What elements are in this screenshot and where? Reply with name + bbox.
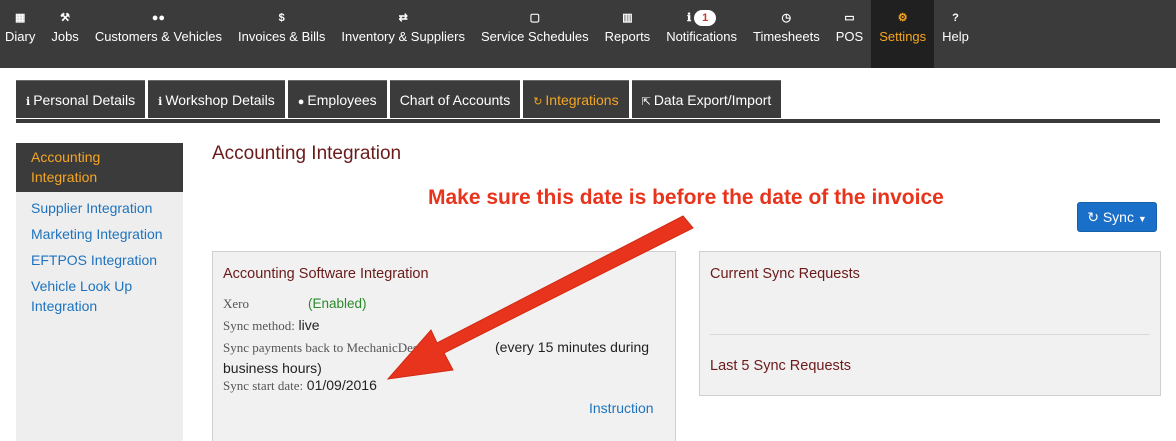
refresh-icon: ↻ — [1087, 209, 1099, 225]
software-status: (Enabled) — [308, 296, 367, 311]
sync-panel-divider — [710, 334, 1150, 335]
refresh-icon: ↻ — [533, 96, 543, 108]
cogs-icon: ⚙ — [897, 12, 908, 24]
nav-label: Jobs — [51, 29, 79, 44]
sync-start-row: Sync start date: 01/09/2016 — [223, 377, 377, 394]
nav-schedules[interactable]: ▢ Service Schedules — [473, 0, 597, 68]
tab-label: Personal Details — [33, 92, 136, 108]
nav-label: Service Schedules — [480, 29, 589, 44]
tab-label: Data Export/Import — [653, 92, 772, 108]
sync-start-date: 01/09/2016 — [306, 377, 377, 393]
tab-integrations[interactable]: ↻ Integrations — [523, 80, 629, 118]
sync-payments-label: Sync payments back to MechanicDesk: — [223, 340, 429, 355]
nav-help[interactable]: ? Help — [934, 0, 977, 68]
calendar-outline-icon: ▢ — [529, 12, 541, 24]
tab-label: Integrations — [545, 92, 619, 108]
last-sync-requests-title: Last 5 Sync Requests — [710, 358, 852, 374]
nav-diary[interactable]: ▦ Diary — [0, 0, 43, 68]
dollar-icon: $ — [278, 12, 285, 24]
tab-personal[interactable]: ℹ Personal Details — [16, 80, 146, 118]
settings-tabs: ℹ Personal Details ℹ Workshop Details ● Emplo… — [16, 80, 784, 118]
page-title: Accounting Integration — [212, 143, 402, 164]
top-navigation: ▦ Diary ⚒ Jobs ●● Customers & Vehicles $ Invoic… — [0, 0, 1176, 68]
nav-customers[interactable]: ●● Customers & Vehicles — [87, 0, 230, 68]
current-sync-requests-title: Current Sync Requests — [710, 266, 860, 282]
instruction-link[interactable]: Instruction — [589, 400, 654, 416]
nav-label: Timesheets — [753, 29, 820, 44]
sidebar-item-accounting-integration[interactable]: Accounting Integration — [16, 143, 183, 192]
nav-settings[interactable]: ⚙ Settings — [871, 0, 935, 68]
nav-invoices[interactable]: $ Invoices & Bills — [230, 0, 333, 68]
nav-reports[interactable]: ▥ Reports — [597, 0, 659, 68]
nav-jobs[interactable]: ⚒ Jobs — [43, 0, 86, 68]
sync-payments-value: y — [431, 339, 439, 355]
sidebar-item-eftpos-integration[interactable]: EFTPOS Integration — [16, 247, 183, 273]
calendar-icon: ▦ — [14, 12, 26, 24]
tab-chart[interactable]: Chart of Accounts — [389, 80, 521, 118]
integrations-sidebar: Accounting Integration Supplier Integrati… — [16, 143, 183, 441]
sync-payments-detail-line2: business hours) — [223, 360, 322, 376]
nav-label: Customers & Vehicles — [94, 29, 222, 44]
software-row: Xero (Enabled) — [223, 296, 367, 312]
sync-method-value: live — [298, 317, 320, 333]
nav-label: Settings — [879, 29, 927, 44]
nav-notifications[interactable]: ℹ 1 Notifications — [658, 0, 745, 68]
nav-label: Help — [942, 29, 969, 44]
sync-button[interactable]: ↻ Sync ▼ — [1077, 202, 1157, 232]
annotation-callout: Make sure this date is before the date o… — [428, 186, 944, 209]
nav-label: Invoices & Bills — [237, 29, 326, 44]
nav-label: Reports — [604, 29, 651, 44]
nav-label: Diary — [5, 29, 36, 44]
accounting-panel-title: Accounting Software Integration — [223, 266, 429, 282]
sync-payments-detail-line1: (every 15 minutes during — [495, 339, 650, 355]
tab-employees[interactable]: ● Employees — [287, 80, 387, 118]
sync-button-label: Sync — [1102, 209, 1134, 225]
money-icon: ▭ — [844, 12, 855, 24]
caret-down-icon: ▼ — [1137, 214, 1147, 224]
sidebar-item-marketing-integration[interactable]: Marketing Integration — [16, 221, 183, 247]
info-circle-icon: ℹ — [26, 96, 31, 108]
wrench-icon: ⚒ — [60, 12, 71, 24]
info-icon: ℹ1 — [666, 10, 737, 26]
sidebar-item-vehicle-look-up-integration[interactable]: Vehicle Look Up Integration — [16, 273, 183, 319]
users-icon: ●● — [151, 12, 166, 24]
nav-inventory[interactable]: ⇄ Inventory & Suppliers — [333, 0, 473, 68]
share-icon: ⇱ — [641, 96, 651, 108]
notification-count-badge: 1 — [694, 10, 717, 26]
tab-label: Workshop Details — [165, 92, 275, 108]
sync-method-label: Sync method: — [223, 318, 295, 333]
bar-chart-icon: ▥ — [622, 12, 633, 24]
sync-payments-row: Sync payments back to MechanicDesk: y (e… — [223, 337, 663, 378]
info-circle-icon: ℹ — [158, 96, 163, 108]
nav-label: Inventory & Suppliers — [341, 29, 465, 44]
exchange-icon: ⇄ — [398, 12, 408, 24]
question-icon: ? — [952, 12, 959, 24]
tab-export[interactable]: ⇱ Data Export/Import — [631, 80, 782, 118]
sync-method-row: Sync method: live — [223, 317, 320, 334]
tab-workshop[interactable]: ℹ Workshop Details — [148, 80, 285, 118]
tab-label: Employees — [307, 92, 377, 108]
nav-label: POS — [835, 29, 864, 44]
sync-start-label: Sync start date: — [223, 378, 304, 393]
sync-requests-panel: Current Sync Requests Last 5 Sync Reques… — [699, 251, 1161, 396]
nav-pos[interactable]: ▭ POS — [828, 0, 871, 68]
nav-timesheets[interactable]: ◷ Timesheets — [745, 0, 828, 68]
sidebar-item-supplier-integration[interactable]: Supplier Integration — [16, 195, 183, 221]
tab-label: Chart of Accounts — [399, 92, 511, 108]
user-icon: ● — [297, 96, 305, 108]
software-label: Xero — [223, 296, 249, 311]
nav-label: Notifications — [666, 29, 737, 44]
accounting-software-panel: Accounting Software Integration Xero (En… — [212, 251, 676, 441]
tab-underline — [16, 119, 1160, 123]
clock-icon: ◷ — [781, 12, 792, 24]
